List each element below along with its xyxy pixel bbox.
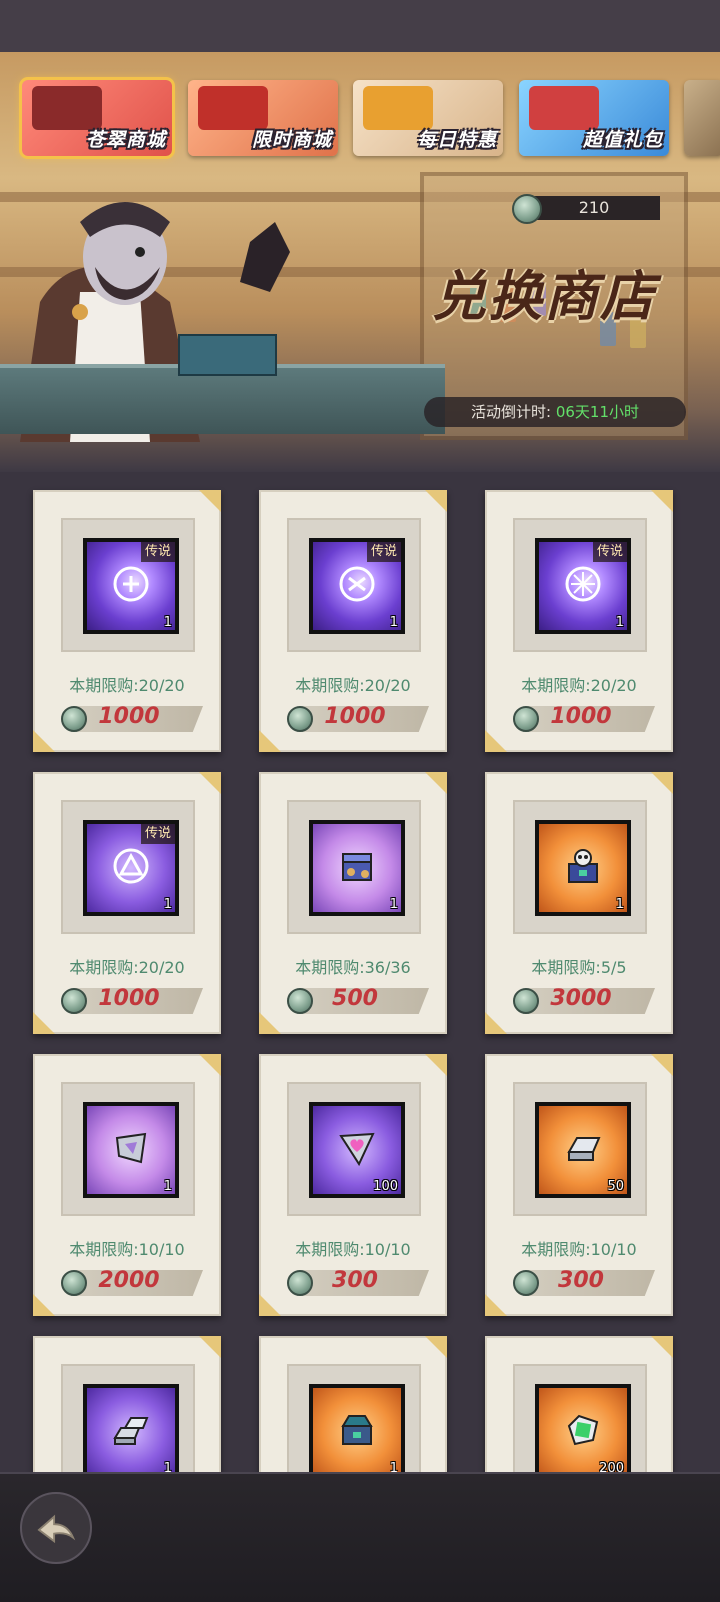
back-button[interactable] [20, 1492, 92, 1564]
countdown-label: 活动倒计时: [470, 403, 552, 421]
purchase-limit: 本期限购:20/20 [69, 676, 185, 695]
shop-tabs: 苍翠商城 限时商城 每日特惠 超值礼包 [19, 77, 720, 159]
purchase-limit: 本期限购:5/5 [531, 958, 627, 977]
shop-item-card[interactable]: 1 本期限购:10/10 2000 [33, 1054, 221, 1316]
shop-item-card[interactable]: 50 本期限购:10/10 300 [485, 1054, 673, 1316]
item-quantity: 1 [615, 615, 624, 630]
item-frame: 100 [287, 1082, 421, 1216]
monster-chest-icon: 1 [535, 820, 631, 916]
item-price: 500 [332, 986, 378, 1011]
shop-title: 兑换商店 [432, 265, 656, 328]
shopping-bag-icon [363, 86, 433, 130]
green-token-icon [512, 194, 542, 224]
countdown-time: 06天11小时 [555, 403, 640, 421]
legendary-rune-icon: 传说 1 [83, 820, 179, 916]
item-price: 1000 [324, 704, 386, 729]
item-quantity: 1 [615, 897, 624, 912]
tab-verdant-shop[interactable]: 苍翠商城 [19, 77, 175, 159]
crystal-shard-icon: 1 [83, 1102, 179, 1198]
orange-chest-icon: 1 [309, 1384, 405, 1480]
heart-shard-icon: 100 [309, 1102, 405, 1198]
item-price: 2000 [98, 1268, 160, 1293]
shop-item-card[interactable]: 传说 1 本期限购:20/20 1000 [33, 772, 221, 1034]
shop-item-card[interactable]: 100 本期限购:10/10 300 [259, 1054, 447, 1316]
back-arrow-icon [37, 1514, 76, 1544]
item-price: 300 [332, 1268, 378, 1293]
tab-label: 每日特惠 [416, 129, 497, 151]
tab-daily-deals[interactable]: 每日特惠 [353, 80, 503, 156]
tab-label: 超值礼包 [582, 129, 663, 151]
tab-value-packs[interactable]: 超值礼包 [519, 80, 669, 156]
shop-item-card[interactable]: 1 本期限购:5/5 3000 [485, 772, 673, 1034]
treasure-chest-icon [198, 86, 268, 130]
item-frame: 传说 1 [513, 518, 647, 652]
event-countdown: 活动倒计时: 06天11小时 [424, 397, 686, 427]
item-frame: 传说 1 [287, 518, 421, 652]
gift-shop-icon [32, 86, 102, 130]
tab-more[interactable] [684, 80, 720, 156]
item-quantity: 1 [163, 1179, 172, 1194]
purchase-limit: 本期限购:10/10 [69, 1240, 185, 1259]
shop-item-card[interactable]: 传说 1 本期限购:20/20 1000 [485, 490, 673, 752]
tab-limited-shop[interactable]: 限时商城 [188, 80, 338, 156]
item-frame: 1 [61, 1082, 195, 1216]
legendary-rune-icon: 传说 1 [535, 538, 631, 634]
legendary-rune-icon: 传说 1 [309, 538, 405, 634]
item-frame: 50 [513, 1082, 647, 1216]
legendary-rune-icon: 传说 1 [83, 538, 179, 634]
item-frame: 传说 1 [61, 800, 195, 934]
legendary-tag: 传说 [592, 542, 627, 562]
status-bar [0, 0, 720, 52]
purchase-limit: 本期限购:36/36 [295, 958, 411, 977]
legendary-tag: 传说 [140, 542, 175, 562]
shop-item-card[interactable]: 1 本期限购:36/36 500 [259, 772, 447, 1034]
item-price: 3000 [550, 986, 612, 1011]
item-quantity: 100 [373, 1179, 398, 1194]
currency-display: 210 [512, 194, 662, 224]
robot-gift-icon [529, 86, 599, 130]
purchase-limit: 本期限购:20/20 [521, 676, 637, 695]
tab-label: 限时商城 [251, 129, 332, 151]
purchase-limit: 本期限购:10/10 [295, 1240, 411, 1259]
shop-item-card[interactable]: 传说 1 本期限购:20/20 1000 [259, 490, 447, 752]
purchase-limit: 本期限购:20/20 [295, 676, 411, 695]
currency-amount: 210 [578, 198, 610, 217]
item-frame: 1 [287, 800, 421, 934]
item-quantity: 1 [389, 897, 398, 912]
item-price: 1000 [550, 704, 612, 729]
item-grid: 传说 1 本期限购:20/20 1000 传说 1 本期限购:20/20 100… [0, 490, 720, 1598]
cash-register [178, 334, 277, 376]
item-frame: 传说 1 [61, 518, 195, 652]
item-quantity: 1 [163, 897, 172, 912]
item-frame: 1 [513, 800, 647, 934]
item-price: 1000 [98, 986, 160, 1011]
item-price: 1000 [98, 704, 160, 729]
shop-banner: 苍翠商城 限时商城 每日特惠 超值礼包 210 兑换商店 活动倒计时: 06天1… [0, 52, 720, 472]
item-quantity: 1 [163, 615, 172, 630]
item-quantity: 1 [389, 615, 398, 630]
item-quantity: 50 [607, 1179, 624, 1194]
green-gem-frame-icon: 200 [535, 1384, 631, 1480]
puzzle-chest-icon: 1 [309, 820, 405, 916]
silver-ingot-icon: 50 [535, 1102, 631, 1198]
shop-item-card[interactable]: 传说 1 本期限购:20/20 1000 [33, 490, 221, 752]
tab-label: 苍翠商城 [85, 129, 166, 151]
purchase-limit: 本期限购:10/10 [521, 1240, 637, 1259]
purchase-limit: 本期限购:20/20 [69, 958, 185, 977]
legendary-tag: 传说 [140, 824, 175, 844]
silver-ingot-stack-icon: 1 [83, 1384, 179, 1480]
bottom-bar [0, 1472, 720, 1602]
item-price: 300 [558, 1268, 604, 1293]
legendary-tag: 传说 [366, 542, 401, 562]
